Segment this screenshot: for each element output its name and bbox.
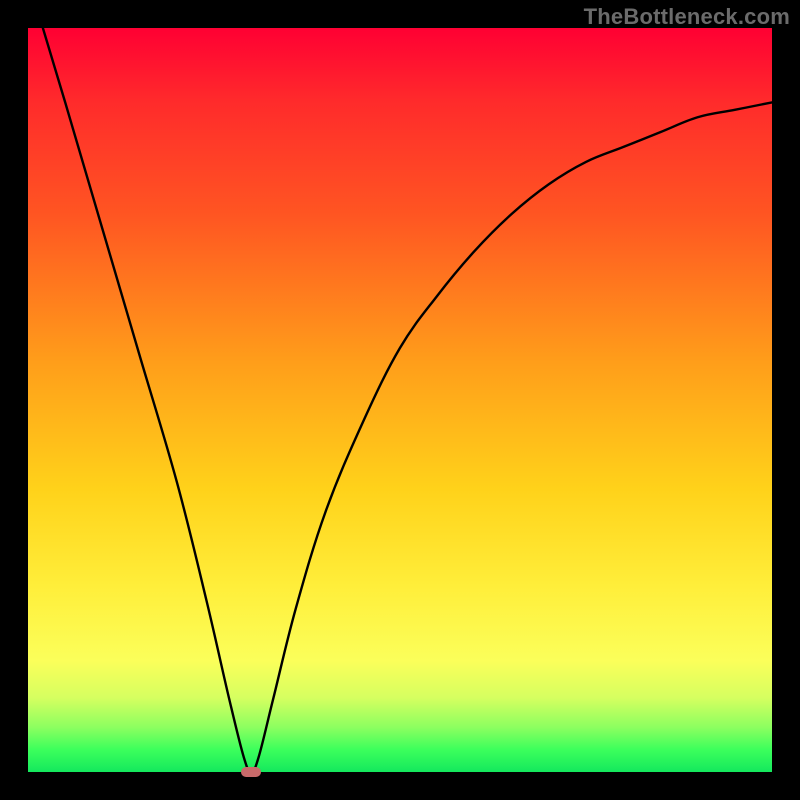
watermark-text: TheBottleneck.com	[584, 4, 790, 30]
chart-frame	[28, 28, 772, 772]
bottleneck-curve	[28, 28, 772, 772]
minimum-marker	[241, 767, 261, 777]
